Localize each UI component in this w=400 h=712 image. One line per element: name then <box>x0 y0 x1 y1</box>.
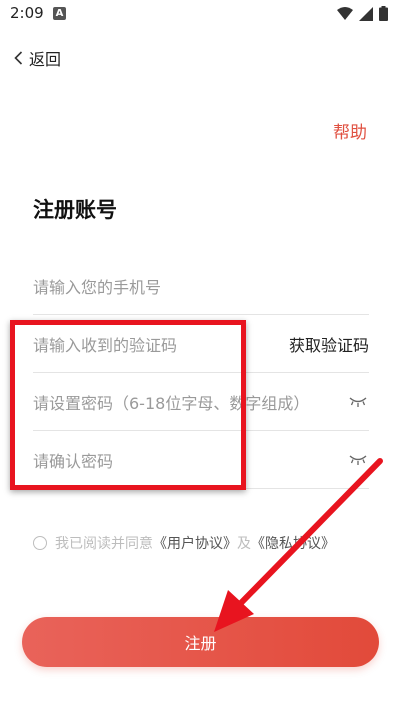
chevron-left-icon <box>14 51 23 65</box>
phone-placeholder: 请输入您的手机号 <box>33 277 162 297</box>
get-code-button[interactable]: 获取验证码 <box>289 332 369 356</box>
wifi-icon <box>337 7 353 20</box>
register-button[interactable]: 注册 <box>22 617 379 667</box>
status-icons <box>337 6 388 21</box>
back-button[interactable]: 返回 <box>14 46 61 70</box>
privacy-policy-link[interactable]: 《隐私协议》 <box>251 533 335 553</box>
agreement-radio[interactable] <box>33 536 47 550</box>
agreement-row: 我已阅读并同意 《用户协议》 及 《隐私协议》 <box>33 533 335 553</box>
status-time: 2:09 <box>10 4 44 22</box>
help-link[interactable]: 帮助 <box>333 118 367 143</box>
back-label: 返回 <box>29 50 62 69</box>
phone-input[interactable]: 请输入您的手机号 <box>33 257 369 315</box>
annotation-highlight-box <box>10 320 246 490</box>
user-agreement-link[interactable]: 《用户协议》 <box>153 533 237 553</box>
eye-closed-icon[interactable] <box>349 396 367 408</box>
page-title: 注册账号 <box>33 198 117 222</box>
battery-icon <box>379 6 388 21</box>
eye-closed-icon[interactable] <box>349 454 367 466</box>
agreement-prefix: 我已阅读并同意 <box>55 536 153 552</box>
signal-icon <box>359 6 373 21</box>
notification-icon: A <box>53 7 66 20</box>
status-bar: 2:09 A <box>0 0 400 28</box>
agreement-and: 及 <box>237 536 251 552</box>
